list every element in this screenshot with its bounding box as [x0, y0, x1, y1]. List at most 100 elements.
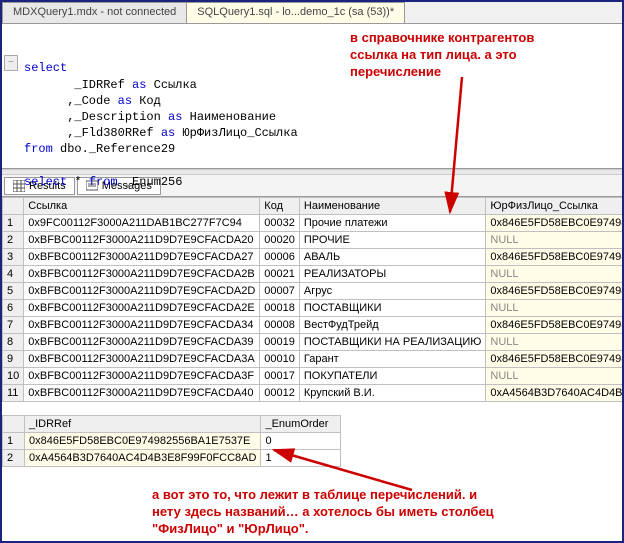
- cell[interactable]: 0xBFBC00112F3000A211D9D7E9CFACDA34: [24, 317, 260, 334]
- cell[interactable]: ПРОЧИЕ: [299, 232, 486, 249]
- col-header[interactable]: Наименование: [299, 198, 486, 215]
- cell[interactable]: РЕАЛИЗАТОРЫ: [299, 266, 486, 283]
- cell[interactable]: Прочие платежи: [299, 215, 486, 232]
- row-number: 5: [3, 283, 24, 300]
- cell[interactable]: 0x846E5FD58EBC0E974982556BA1E7537E: [486, 215, 622, 232]
- table-row[interactable]: 100xBFBC00112F3000A211D9D7E9CFACDA3F0001…: [3, 368, 623, 385]
- col-header[interactable]: Ссылка: [24, 198, 260, 215]
- tab-mdx[interactable]: MDXQuery1.mdx - not connected: [2, 2, 187, 23]
- col-header[interactable]: ЮрФизЛицо_Ссылка: [486, 198, 622, 215]
- results-grid-2-container[interactable]: _IDRRef _EnumOrder 10x846E5FD58EBC0E9749…: [2, 415, 622, 473]
- row-number: 7: [3, 317, 24, 334]
- table-row[interactable]: 90xBFBC00112F3000A211D9D7E9CFACDA3A00010…: [3, 351, 623, 368]
- table-row[interactable]: 40xBFBC00112F3000A211D9D7E9CFACDA2B00021…: [3, 266, 623, 283]
- cell[interactable]: АВАЛЬ: [299, 249, 486, 266]
- cell[interactable]: 0xBFBC00112F3000A211D9D7E9CFACDA20: [24, 232, 260, 249]
- cell[interactable]: 00008: [260, 317, 300, 334]
- row-number: 4: [3, 266, 24, 283]
- cell[interactable]: ПОКУПАТЕЛИ: [299, 368, 486, 385]
- table-row[interactable]: 20xBFBC00112F3000A211D9D7E9CFACDA2000020…: [3, 232, 623, 249]
- results-grid-1-container[interactable]: Ссылка Код Наименование ЮрФизЛицо_Ссылка…: [2, 197, 622, 415]
- cell[interactable]: 00032: [260, 215, 300, 232]
- kw-as: as: [118, 94, 132, 108]
- kw-select: select: [24, 175, 67, 189]
- cell[interactable]: NULL: [486, 368, 622, 385]
- cell[interactable]: 0x846E5FD58EBC0E974982556BA1E7537E: [486, 249, 622, 266]
- row-number: 11: [3, 385, 24, 402]
- table-row[interactable]: 60xBFBC00112F3000A211D9D7E9CFACDA2E00018…: [3, 300, 623, 317]
- table-row[interactable]: 10x846E5FD58EBC0E974982556BA1E7537E0: [3, 433, 341, 450]
- corner-cell: [3, 416, 25, 433]
- cell[interactable]: Крупский В.И.: [299, 385, 486, 402]
- cell[interactable]: 0xBFBC00112F3000A211D9D7E9CFACDA3F: [24, 368, 260, 385]
- kw-from: from: [89, 175, 118, 189]
- cell[interactable]: 0xBFBC00112F3000A211D9D7E9CFACDA40: [24, 385, 260, 402]
- annotation-top: в справочнике контрагентовссылка на тип …: [350, 30, 610, 81]
- corner-cell: [3, 198, 24, 215]
- cell[interactable]: 0xBFBC00112F3000A211D9D7E9CFACDA39: [24, 334, 260, 351]
- table-row[interactable]: 80xBFBC00112F3000A211D9D7E9CFACDA3900019…: [3, 334, 623, 351]
- code-line: Код: [132, 94, 161, 108]
- results-grid-1: Ссылка Код Наименование ЮрФизЛицо_Ссылка…: [2, 197, 622, 402]
- cell[interactable]: 0xBFBC00112F3000A211D9D7E9CFACDA2E: [24, 300, 260, 317]
- code-line: _Enum256: [118, 175, 183, 189]
- row-number: 1: [3, 215, 24, 232]
- cell[interactable]: 00019: [260, 334, 300, 351]
- cell[interactable]: 0xA4564B3D7640AC4D4B3E8F99F0FCC8AD: [486, 385, 622, 402]
- cell[interactable]: NULL: [486, 232, 622, 249]
- cell[interactable]: 00017: [260, 368, 300, 385]
- row-number: 2: [3, 450, 25, 467]
- cell[interactable]: NULL: [486, 266, 622, 283]
- kw-select: select: [24, 61, 67, 75]
- table-row[interactable]: 110xBFBC00112F3000A211D9D7E9CFACDA400001…: [3, 385, 623, 402]
- col-header[interactable]: Код: [260, 198, 300, 215]
- cell[interactable]: 00021: [260, 266, 300, 283]
- cell[interactable]: ПОСТАВЩИКИ НА РЕАЛИЗАЦИЮ: [299, 334, 486, 351]
- cell[interactable]: 1: [261, 450, 341, 467]
- cell[interactable]: Агрус: [299, 283, 486, 300]
- code-line: dbo._Reference29: [53, 142, 175, 156]
- cell[interactable]: ВестФудТрейд: [299, 317, 486, 334]
- cell[interactable]: NULL: [486, 334, 622, 351]
- results-grid-2: _IDRRef _EnumOrder 10x846E5FD58EBC0E9749…: [2, 415, 341, 467]
- fold-icon[interactable]: −: [4, 55, 18, 71]
- row-number: 3: [3, 249, 24, 266]
- cell[interactable]: 0xBFBC00112F3000A211D9D7E9CFACDA3A: [24, 351, 260, 368]
- cell[interactable]: 0x9FC00112F3000A211DAB1BC277F7C94: [24, 215, 260, 232]
- table-row[interactable]: 50xBFBC00112F3000A211D9D7E9CFACDA2D00007…: [3, 283, 623, 300]
- cell[interactable]: 00012: [260, 385, 300, 402]
- cell[interactable]: 0x846E5FD58EBC0E974982556BA1E7537E: [486, 283, 622, 300]
- table-row[interactable]: 10x9FC00112F3000A211DAB1BC277F7C9400032П…: [3, 215, 623, 232]
- cell[interactable]: 00018: [260, 300, 300, 317]
- code-line: ,_Fld380RRef: [24, 126, 161, 140]
- cell[interactable]: 0x846E5FD58EBC0E974982556BA1E7537E: [25, 433, 261, 450]
- tab-sql[interactable]: SQLQuery1.sql - lo...demo_1c (sa (53))*: [186, 2, 405, 23]
- table-row[interactable]: 30xBFBC00112F3000A211D9D7E9CFACDA2700006…: [3, 249, 623, 266]
- col-header[interactable]: _IDRRef: [25, 416, 261, 433]
- cell[interactable]: 00010: [260, 351, 300, 368]
- col-header[interactable]: _EnumOrder: [261, 416, 341, 433]
- cell[interactable]: Гарант: [299, 351, 486, 368]
- code-line: Ссылка: [146, 78, 196, 92]
- code-line: ,_Code: [24, 94, 118, 108]
- cell[interactable]: 0: [261, 433, 341, 450]
- cell[interactable]: 0xBFBC00112F3000A211D9D7E9CFACDA27: [24, 249, 260, 266]
- cell[interactable]: 00007: [260, 283, 300, 300]
- cell[interactable]: 00006: [260, 249, 300, 266]
- cell[interactable]: 0xBFBC00112F3000A211D9D7E9CFACDA2B: [24, 266, 260, 283]
- cell[interactable]: NULL: [486, 300, 622, 317]
- cell[interactable]: 0xA4564B3D7640AC4D4B3E8F99F0FCC8AD: [25, 450, 261, 467]
- cell[interactable]: 0x846E5FD58EBC0E974982556BA1E7537E: [486, 351, 622, 368]
- cell[interactable]: 0xBFBC00112F3000A211D9D7E9CFACDA2D: [24, 283, 260, 300]
- row-number: 8: [3, 334, 24, 351]
- file-tabs: MDXQuery1.mdx - not connected SQLQuery1.…: [2, 2, 622, 24]
- code-line: Наименование: [182, 110, 276, 124]
- code-line: ЮрФизЛицо_Ссылка: [175, 126, 297, 140]
- row-number: 2: [3, 232, 24, 249]
- table-row[interactable]: 20xA4564B3D7640AC4D4B3E8F99F0FCC8AD1: [3, 450, 341, 467]
- cell[interactable]: ПОСТАВЩИКИ: [299, 300, 486, 317]
- table-row[interactable]: 70xBFBC00112F3000A211D9D7E9CFACDA3400008…: [3, 317, 623, 334]
- code-line: _IDRRef: [24, 78, 132, 92]
- cell[interactable]: 0x846E5FD58EBC0E974982556BA1E7537E: [486, 317, 622, 334]
- cell[interactable]: 00020: [260, 232, 300, 249]
